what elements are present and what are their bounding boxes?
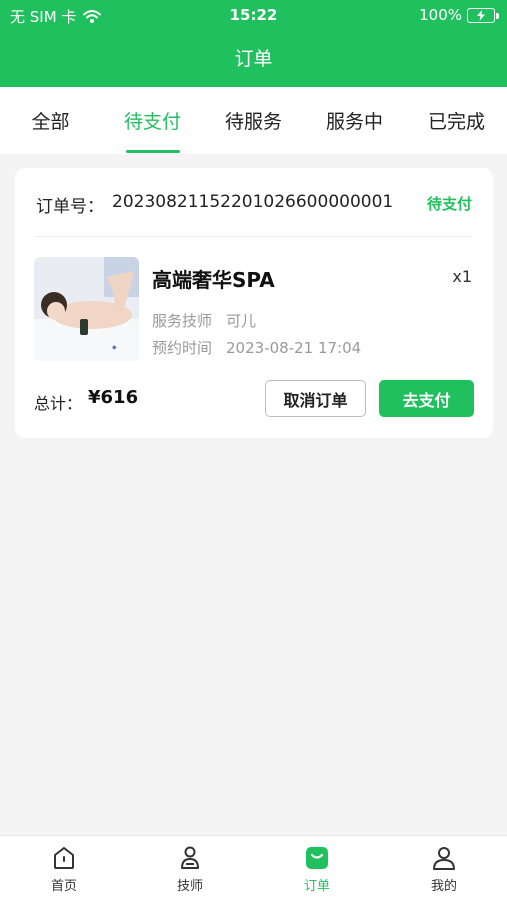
tab-completed[interactable]: 已完成 (406, 107, 507, 134)
divider (36, 236, 472, 237)
tab-pending-service[interactable]: 待服务 (203, 107, 304, 134)
order-status-tabs: 全部 待支付 待服务 服务中 已完成 (0, 87, 507, 154)
tab-in-service[interactable]: 服务中 (304, 107, 405, 134)
status-right: 100% (419, 6, 499, 24)
home-icon (54, 847, 74, 869)
appointment-value: 2023-08-21 17:04 (226, 339, 362, 357)
nav-profile-label: 我的 (430, 879, 457, 894)
nav-orders[interactable]: 订单 (277, 844, 357, 894)
status-bar: 无 SIM 卡 15:22 100% (0, 0, 507, 30)
svg-text:◆: ◆ (112, 344, 117, 351)
technician-icon (181, 846, 199, 869)
service-quantity: x1 (452, 267, 472, 286)
total-amount: ¥616 (88, 387, 139, 408)
active-tab-indicator (126, 150, 180, 153)
nav-home-label: 首页 (50, 879, 77, 894)
technician-row: 服务技师 可儿 (152, 310, 256, 331)
bottom-nav: 首页 技师 订单 我的 (0, 835, 507, 900)
page-title: 订单 (234, 48, 273, 70)
orders-icon (306, 847, 328, 869)
nav-home[interactable]: 首页 (24, 844, 104, 894)
service-name: 高端奢华SPA (152, 268, 275, 292)
appointment-label: 预约时间 (152, 339, 213, 357)
nav-technician-label: 技师 (176, 879, 203, 894)
technician-label: 服务技师 (152, 312, 213, 330)
profile-icon (433, 847, 455, 870)
cancel-order-button[interactable]: 取消订单 (265, 380, 366, 417)
battery-icon (467, 7, 499, 23)
nav-technician[interactable]: 技师 (150, 844, 230, 894)
tab-all[interactable]: 全部 (0, 107, 101, 134)
appointment-row: 预约时间 2023-08-21 17:04 (152, 337, 361, 358)
nav-orders-label: 订单 (303, 879, 330, 894)
service-thumbnail: ◆ (34, 257, 139, 361)
order-number: 20230821152201026600000001 (112, 192, 394, 212)
order-status-badge: 待支付 (426, 195, 472, 213)
total-label: 总计： (34, 394, 83, 413)
top-bar: 无 SIM 卡 15:22 100% 订单 (0, 0, 507, 87)
order-card[interactable]: 订单号： 20230821152201026600000001 待支付 ◆ 高端… (15, 168, 493, 438)
battery-percent: 100% (419, 6, 462, 24)
technician-value: 可儿 (226, 312, 257, 330)
pay-button[interactable]: 去支付 (379, 380, 474, 417)
order-number-label: 订单号： (36, 197, 104, 217)
tab-pending-payment[interactable]: 待支付 (102, 107, 203, 134)
nav-profile[interactable]: 我的 (404, 844, 484, 894)
